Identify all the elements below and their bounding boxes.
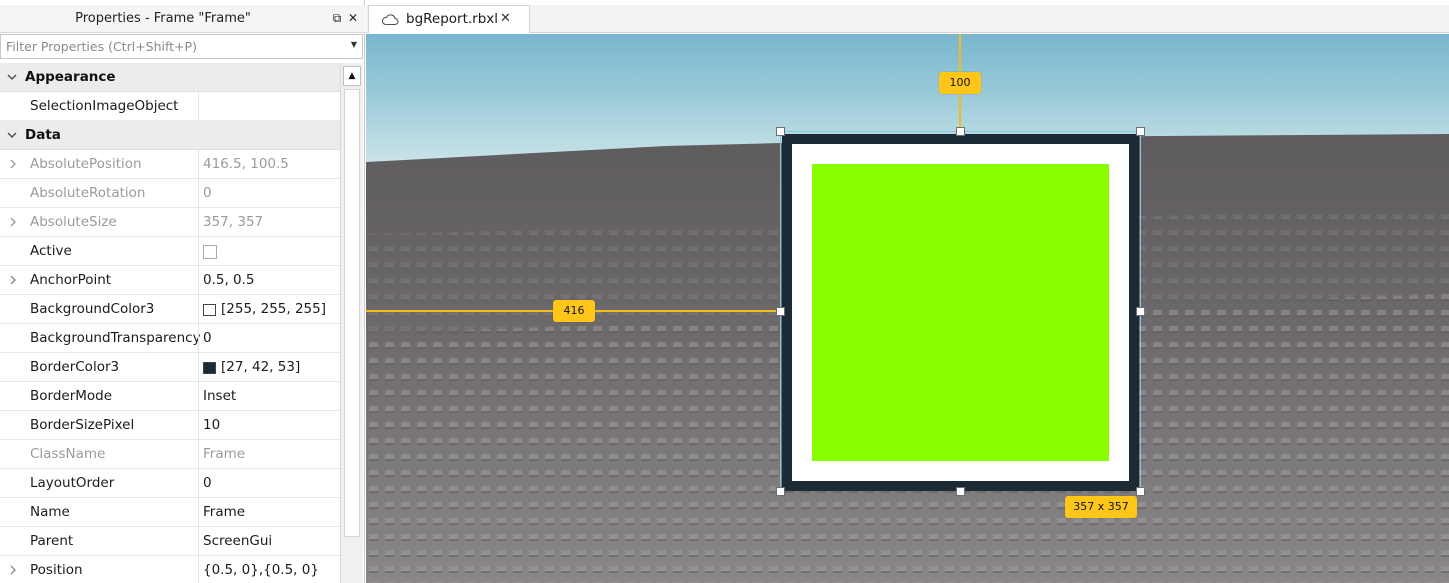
child-frame[interactable]	[812, 164, 1109, 461]
property-value: 416.5, 100.5	[198, 150, 340, 179]
left-offset-badge: 416	[553, 300, 595, 322]
chevron-right-icon[interactable]	[8, 159, 18, 169]
chevron-right-icon[interactable]	[8, 565, 18, 575]
property-name: AbsoluteRotation	[30, 185, 146, 201]
resize-handle-bottom-right[interactable]	[1136, 487, 1145, 496]
close-tab-icon[interactable]: ✕	[500, 11, 511, 26]
property-row-active[interactable]: Active	[0, 237, 340, 266]
property-row-position[interactable]: Position {0.5, 0},{0.5, 0}	[0, 556, 340, 583]
category-data[interactable]: Data	[0, 121, 340, 150]
3d-viewport[interactable]: 100 416 357 x 357	[366, 34, 1449, 583]
property-row-layoutorder[interactable]: LayoutOrder 0	[0, 469, 340, 498]
property-value[interactable]: Inset	[198, 382, 340, 411]
property-name: LayoutOrder	[30, 475, 115, 491]
filter-dropdown-icon[interactable]: ▼	[351, 40, 357, 49]
category-label: Data	[25, 127, 61, 143]
properties-title-bar: Properties - Frame "Frame" ⧉ ✕	[0, 5, 365, 33]
document-tab-bar: bgReport.rbxl ✕	[366, 5, 1449, 33]
property-row-absoluteposition[interactable]: AbsolutePosition 416.5, 100.5	[0, 150, 340, 179]
property-name: BackgroundColor3	[30, 301, 155, 317]
property-row-backgroundtransparency[interactable]: BackgroundTransparency 0	[0, 324, 340, 353]
scroll-thumb[interactable]	[344, 89, 360, 537]
selected-frame[interactable]	[782, 134, 1139, 491]
property-name: BorderSizePixel	[30, 417, 135, 433]
property-name: AnchorPoint	[30, 272, 112, 288]
filter-properties-input[interactable]	[1, 35, 341, 58]
property-value[interactable]: 0.5, 0.5	[198, 266, 340, 295]
frame-background	[792, 144, 1129, 481]
properties-panel: Properties - Frame "Frame" ⧉ ✕ ▼ Appeara…	[0, 0, 365, 583]
properties-grid: Appearance SelectionImageObject Data Abs…	[0, 63, 340, 583]
color-swatch[interactable]	[203, 362, 216, 374]
property-value: 357, 357	[198, 208, 340, 237]
active-checkbox[interactable]	[203, 245, 217, 259]
property-value[interactable]: [27, 42, 53]	[198, 353, 340, 382]
tab-bgreport[interactable]: bgReport.rbxl ✕	[368, 5, 530, 33]
property-name: BorderColor3	[30, 359, 120, 375]
property-name: AbsolutePosition	[30, 156, 142, 172]
property-name: BackgroundTransparency	[30, 330, 201, 346]
property-value[interactable]: 0	[198, 324, 340, 353]
resize-handle-right[interactable]	[1136, 307, 1145, 316]
property-row-bordersizepixel[interactable]: BorderSizePixel 10	[0, 411, 340, 440]
property-row-selectionimageobject[interactable]: SelectionImageObject	[0, 92, 340, 121]
property-value[interactable]	[198, 92, 340, 121]
property-name: Parent	[30, 533, 74, 549]
resize-handle-top[interactable]	[956, 127, 965, 136]
size-badge: 357 x 357	[1065, 496, 1137, 518]
property-name: BorderMode	[30, 388, 113, 404]
property-name: AbsoluteSize	[30, 214, 117, 230]
property-row-bordermode[interactable]: BorderMode Inset	[0, 382, 340, 411]
property-value[interactable]: 10	[198, 411, 340, 440]
property-row-classname[interactable]: ClassName Frame	[0, 440, 340, 469]
property-value[interactable]: [255, 255, 255]	[198, 295, 340, 324]
tab-label: bgReport.rbxl	[406, 11, 499, 27]
property-name: Active	[30, 243, 72, 259]
property-row-parent[interactable]: Parent ScreenGui	[0, 527, 340, 556]
category-appearance[interactable]: Appearance	[0, 63, 340, 92]
property-name: SelectionImageObject	[30, 98, 179, 114]
property-value[interactable]: {0.5, 0},{0.5, 0}	[198, 556, 340, 583]
property-name: Name	[30, 504, 70, 520]
color-swatch[interactable]	[203, 304, 216, 316]
chevron-right-icon[interactable]	[8, 275, 18, 285]
property-row-absolutesize[interactable]: AbsoluteSize 357, 357	[0, 208, 340, 237]
property-value: Frame	[198, 440, 340, 469]
property-value: 0	[198, 179, 340, 208]
float-window-icon[interactable]: ⧉	[330, 11, 344, 25]
property-value[interactable]: Frame	[198, 498, 340, 527]
resize-handle-bottom-left[interactable]	[776, 487, 785, 496]
resize-handle-left[interactable]	[776, 307, 785, 316]
property-row-anchorpoint[interactable]: AnchorPoint 0.5, 0.5	[0, 266, 340, 295]
property-name: ClassName	[30, 446, 106, 462]
category-label: Appearance	[25, 69, 116, 85]
resize-handle-top-left[interactable]	[776, 127, 785, 136]
property-value	[198, 237, 340, 266]
scroll-up-arrow-icon[interactable]: ▲	[343, 66, 361, 86]
property-row-bordercolor3[interactable]: BorderColor3 [27, 42, 53]	[0, 353, 340, 382]
property-name: Position	[30, 562, 83, 578]
close-panel-icon[interactable]: ✕	[346, 11, 360, 25]
top-offset-badge: 100	[939, 72, 981, 94]
resize-handle-top-right[interactable]	[1136, 127, 1145, 136]
chevron-down-icon	[7, 74, 17, 80]
resize-handle-bottom[interactable]	[956, 487, 965, 496]
property-value[interactable]: 0	[198, 469, 340, 498]
property-row-name[interactable]: Name Frame	[0, 498, 340, 527]
chevron-down-icon	[7, 132, 17, 138]
chevron-right-icon[interactable]	[8, 217, 18, 227]
properties-scrollbar[interactable]: ▲	[340, 63, 363, 583]
cloud-icon	[381, 14, 399, 26]
property-value[interactable]: ScreenGui	[198, 527, 340, 556]
property-row-absoluterotation[interactable]: AbsoluteRotation 0	[0, 179, 340, 208]
filter-properties-box: ▼	[0, 34, 363, 59]
properties-title: Properties - Frame "Frame"	[75, 11, 251, 26]
property-row-backgroundcolor3[interactable]: BackgroundColor3 [255, 255, 255]	[0, 295, 340, 324]
